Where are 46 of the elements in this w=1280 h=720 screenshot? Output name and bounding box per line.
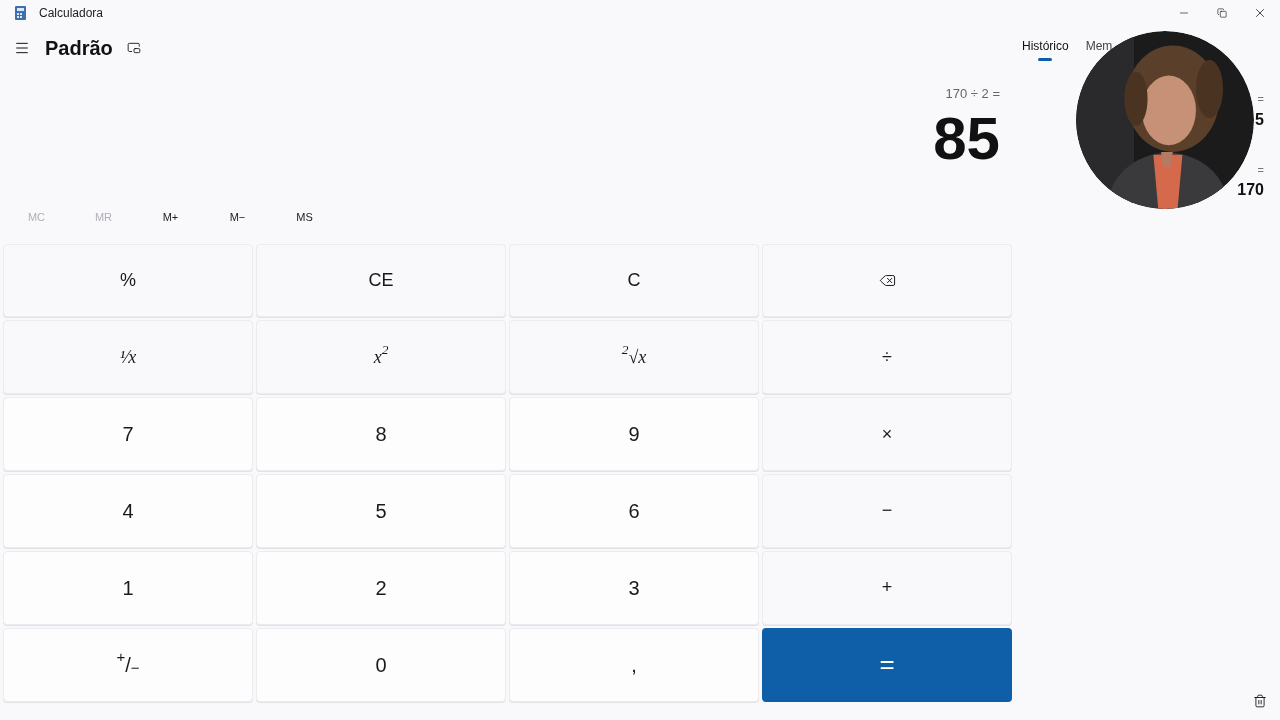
- close-icon: [1253, 6, 1267, 20]
- history-expression: =: [1257, 92, 1264, 107]
- digit-key[interactable]: 2: [256, 550, 506, 625]
- keep-on-top-button[interactable]: [126, 41, 141, 55]
- memory-button[interactable]: MS: [271, 203, 338, 232]
- calculator-icon: [15, 6, 26, 20]
- function-key[interactable]: ×: [762, 397, 1012, 471]
- digit-key[interactable]: 0: [256, 627, 506, 702]
- window-title: Calculadora: [39, 5, 104, 22]
- history-result: 5: [1255, 109, 1264, 130]
- digit-key[interactable]: ,: [509, 627, 759, 702]
- history-item[interactable]: = 5: [1255, 91, 1264, 132]
- mode-title: Padrão: [45, 36, 113, 61]
- digit-key[interactable]: 6: [509, 474, 759, 548]
- history-result: 170: [1237, 180, 1264, 200]
- digit-key[interactable]: $^{+}$/$_{−}$: [3, 627, 253, 702]
- restore-icon: [1217, 8, 1227, 18]
- panel-tab[interactable]: Histórico: [1022, 38, 1069, 61]
- panel-tab[interactable]: Mem: [1085, 38, 1113, 54]
- function-key[interactable]: %: [3, 243, 253, 318]
- function-key[interactable]: +: [762, 550, 1012, 625]
- expression: 170 ÷ 2 =: [945, 85, 1000, 103]
- equals-button[interactable]: =: [762, 627, 1012, 702]
- result: 85: [933, 103, 1000, 174]
- digit-key[interactable]: 9: [509, 397, 759, 471]
- history-expression: =: [1257, 162, 1264, 178]
- function-key[interactable]: C: [509, 243, 759, 318]
- function-key[interactable]: CE: [256, 243, 506, 318]
- history-item[interactable]: = 170: [1237, 161, 1264, 202]
- digit-key[interactable]: 7: [3, 397, 253, 471]
- function-key[interactable]: ¹⁄x: [3, 320, 253, 395]
- function-key[interactable]: $^{2}$√x: [509, 320, 759, 395]
- function-key[interactable]: ÷: [762, 320, 1012, 395]
- digit-key[interactable]: 3: [509, 550, 759, 625]
- keep-on-top-icon: [126, 41, 141, 55]
- delete-history-button[interactable]: [1253, 694, 1267, 708]
- digit-key[interactable]: 4: [3, 474, 253, 548]
- function-key[interactable]: −: [762, 474, 1012, 548]
- digit-key[interactable]: 1: [3, 550, 253, 625]
- trash-icon: [1253, 694, 1267, 708]
- memory-button[interactable]: M+: [137, 203, 204, 232]
- digit-key[interactable]: 8: [256, 397, 506, 471]
- memory-button[interactable]: M−: [204, 203, 271, 232]
- menu-icon: [14, 40, 30, 56]
- digit-key[interactable]: 5: [256, 474, 506, 548]
- function-key[interactable]: x$^{2}$: [256, 320, 506, 395]
